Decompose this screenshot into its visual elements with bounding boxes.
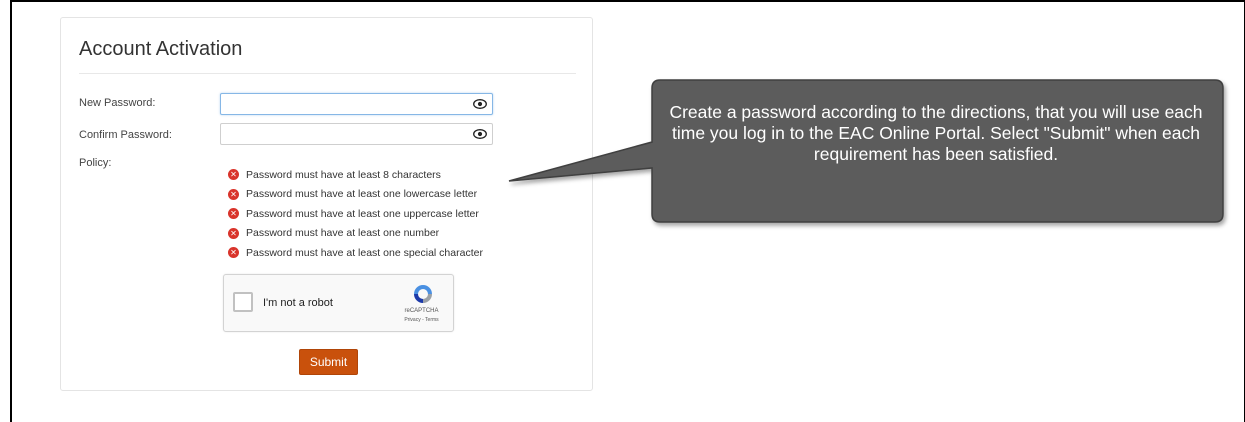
x-circle-icon: ✕	[228, 208, 239, 220]
confirm-password-field[interactable]	[220, 123, 493, 145]
policy-label: Policy:	[79, 157, 112, 169]
x-circle-icon: ✕	[228, 227, 239, 239]
submit-button[interactable]: Submit	[299, 349, 358, 375]
policy-item: ✕ Password must have at least one lowerc…	[228, 185, 483, 205]
recaptcha-terms-link[interactable]: Privacy - Terms	[394, 317, 449, 323]
show-confirm-password-eye-icon[interactable]	[473, 128, 487, 140]
x-circle-icon: ✕	[228, 188, 239, 200]
policy-item-text: Password must have at least one lowercas…	[246, 188, 478, 201]
recaptcha-widget: I'm not a robot reCAPTCHA Privacy - Term…	[223, 274, 454, 332]
policy-item-text: Password must have at least one special …	[246, 246, 483, 259]
policy-item: ✕ Password must have at least one upperc…	[228, 204, 483, 224]
callout-text: Create a password according to the direc…	[669, 102, 1203, 164]
x-circle-icon: ✕	[228, 169, 239, 181]
show-password-eye-icon[interactable]	[473, 98, 487, 110]
policy-item: ✕ Password must have at least 8 characte…	[228, 165, 483, 185]
policy-item-text: Password must have at least one uppercas…	[246, 207, 479, 220]
page-title: Account Activation	[79, 38, 243, 60]
new-password-label: New Password:	[79, 97, 156, 109]
policy-list: ✕ Password must have at least 8 characte…	[228, 165, 483, 263]
policy-item-text: Password must have at least one number	[246, 227, 440, 240]
recaptcha-checkbox[interactable]	[233, 292, 253, 312]
new-password-input[interactable]	[225, 95, 469, 115]
x-circle-icon: ✕	[228, 247, 239, 259]
recaptcha-brand: reCAPTCHA	[404, 308, 439, 314]
new-password-field[interactable]	[220, 93, 493, 115]
policy-item: ✕ Password must have at least one specia…	[228, 243, 483, 263]
confirm-password-label: Confirm Password:	[79, 129, 172, 141]
recaptcha-logo-icon	[414, 285, 432, 303]
confirm-password-input[interactable]	[225, 125, 469, 145]
policy-item: ✕ Password must have at least one number	[228, 224, 483, 244]
policy-item-text: Password must have at least 8 characters	[246, 168, 441, 181]
recaptcha-label: I'm not a robot	[263, 297, 333, 309]
